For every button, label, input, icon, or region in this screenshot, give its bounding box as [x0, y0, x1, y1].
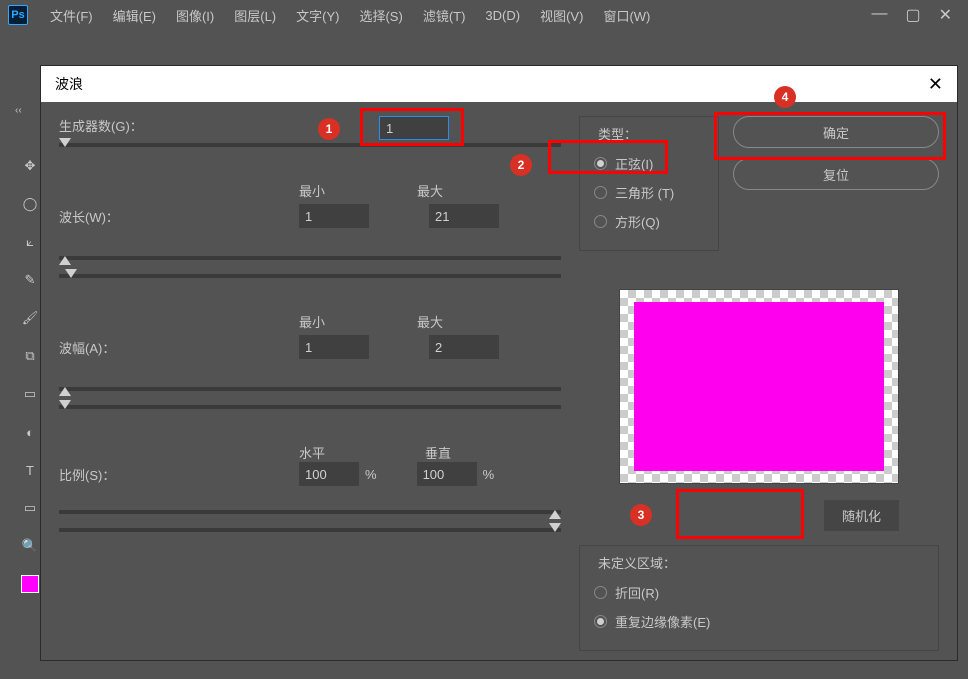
radio-icon: [594, 586, 607, 599]
slider-thumb[interactable]: [59, 256, 71, 265]
annotation-marker-1: 1: [318, 118, 340, 140]
menu-window[interactable]: 窗口(W): [593, 6, 660, 25]
minimize-icon[interactable]: —: [871, 5, 887, 25]
slider-thumb[interactable]: [549, 523, 561, 532]
preview-content: [634, 302, 884, 471]
undefined-area-fieldset: 未定义区域： 折回(R) 重复边缘像素(E): [579, 545, 939, 651]
close-icon[interactable]: ✕: [939, 5, 952, 25]
wavelength-slider-bottom[interactable]: [59, 274, 561, 278]
pct-label: %: [365, 467, 377, 482]
slider-thumb[interactable]: [59, 387, 71, 396]
scale-v-label: 垂直: [425, 443, 451, 462]
move-tool-icon[interactable]: ✥: [18, 154, 42, 178]
zoom-tool-icon[interactable]: 🔍: [18, 534, 42, 558]
preview-box: [619, 289, 899, 484]
dialog-right-column: 类型： 正弦(I) 三角形 (T) 方形(Q) 确定: [579, 116, 939, 665]
menu-3d[interactable]: 3D(D): [475, 8, 530, 23]
dialog-titlebar: 波浪 ✕: [41, 66, 957, 102]
wavelength-max-label: 最大: [417, 181, 443, 200]
amplitude-min-label: 最小: [299, 312, 325, 331]
window-controls: — ▢ ✕: [871, 5, 960, 25]
scale-v-input[interactable]: [417, 462, 477, 486]
rectangle-tool-icon[interactable]: ▭: [18, 496, 42, 520]
randomize-button[interactable]: 随机化: [824, 500, 899, 531]
menu-file[interactable]: 文件(F): [40, 6, 103, 25]
repeat-edge-radio[interactable]: 重复边缘像素(E): [594, 607, 924, 636]
wrap-label: 折回(R): [615, 583, 659, 602]
blur-tool-icon[interactable]: ◐: [18, 420, 42, 444]
pct-label: %: [483, 467, 495, 482]
scale-slider-top[interactable]: [59, 510, 561, 514]
amplitude-max-label: 最大: [417, 312, 443, 331]
repeat-edge-label: 重复边缘像素(E): [615, 612, 710, 631]
scale-slider-bottom[interactable]: [59, 528, 561, 532]
wavelength-slider-top[interactable]: [59, 256, 561, 260]
type-triangle-label: 三角形 (T): [615, 183, 674, 202]
slider-thumb[interactable]: [65, 269, 77, 278]
type-title: 类型：: [594, 124, 641, 143]
menu-view[interactable]: 视图(V): [530, 6, 593, 25]
wavelength-max-input[interactable]: [429, 204, 499, 228]
menu-select[interactable]: 选择(S): [349, 6, 412, 25]
menu-edit[interactable]: 编辑(E): [103, 6, 166, 25]
annotation-marker-2: 2: [510, 154, 532, 176]
app-titlebar: Ps 文件(F) 编辑(E) 图像(I) 图层(L) 文字(Y) 选择(S) 滤…: [0, 0, 968, 30]
wavelength-min-input[interactable]: [299, 204, 369, 228]
scale-h-label: 水平: [299, 443, 325, 462]
amplitude-max-input[interactable]: [429, 335, 499, 359]
radio-icon: [594, 215, 607, 228]
slider-thumb[interactable]: [59, 400, 71, 409]
menu-layer[interactable]: 图层(L): [224, 6, 286, 25]
annotation-marker-3: 3: [630, 504, 652, 526]
radio-icon: [594, 157, 607, 170]
type-sine-radio[interactable]: 正弦(I): [594, 149, 704, 178]
dialog-left-column: 生成器数(G)： 最小 最大 波长(W)：: [59, 116, 561, 665]
menu-image[interactable]: 图像(I): [166, 6, 224, 25]
type-square-label: 方形(Q): [615, 212, 660, 231]
eyedropper-tool-icon[interactable]: ✎: [18, 268, 42, 292]
type-square-radio[interactable]: 方形(Q): [594, 207, 704, 236]
wavelength-min-label: 最小: [299, 181, 325, 200]
amplitude-slider-top[interactable]: [59, 387, 561, 391]
undefined-area-title: 未定义区域：: [594, 553, 680, 572]
annotation-marker-4: 4: [774, 86, 796, 108]
reset-button[interactable]: 复位: [733, 158, 939, 190]
slider-thumb[interactable]: [59, 138, 71, 147]
type-sine-label: 正弦(I): [615, 154, 653, 173]
brush-tool-icon[interactable]: 🖌: [18, 306, 42, 330]
dialog-close-icon[interactable]: ✕: [928, 74, 943, 95]
generators-label: 生成器数(G)：: [59, 116, 169, 135]
radio-icon: [594, 615, 607, 628]
type-fieldset: 类型： 正弦(I) 三角形 (T) 方形(Q): [579, 116, 719, 251]
scale-h-input[interactable]: [299, 462, 359, 486]
menu-type[interactable]: 文字(Y): [286, 6, 349, 25]
menu-filter[interactable]: 滤镜(T): [413, 6, 476, 25]
color-swatch[interactable]: [18, 572, 42, 596]
dialog-title: 波浪: [55, 74, 83, 94]
lasso-tool-icon[interactable]: ◯: [18, 192, 42, 216]
wrap-radio[interactable]: 折回(R): [594, 578, 924, 607]
ok-button[interactable]: 确定: [733, 116, 939, 148]
amplitude-slider-bottom[interactable]: [59, 405, 561, 409]
type-triangle-radio[interactable]: 三角形 (T): [594, 178, 704, 207]
generators-slider[interactable]: [59, 143, 561, 147]
amplitude-min-input[interactable]: [299, 335, 369, 359]
clone-tool-icon[interactable]: ⧉: [18, 344, 42, 368]
wave-dialog: 波浪 ✕ 生成器数(G)： 最小 最大 波长(W)：: [40, 65, 958, 661]
gradient-tool-icon[interactable]: ▭: [18, 382, 42, 406]
maximize-icon[interactable]: ▢: [905, 5, 920, 25]
wavelength-label: 波长(W)：: [59, 207, 169, 226]
generators-input[interactable]: [379, 116, 449, 140]
slider-thumb[interactable]: [549, 510, 561, 519]
amplitude-label: 波幅(A)：: [59, 338, 169, 357]
radio-icon: [594, 186, 607, 199]
scale-label: 比例(S)：: [59, 465, 169, 484]
app-logo: Ps: [8, 5, 28, 25]
crop-tool-icon[interactable]: ⟀: [18, 230, 42, 254]
text-tool-icon[interactable]: T: [18, 458, 42, 482]
